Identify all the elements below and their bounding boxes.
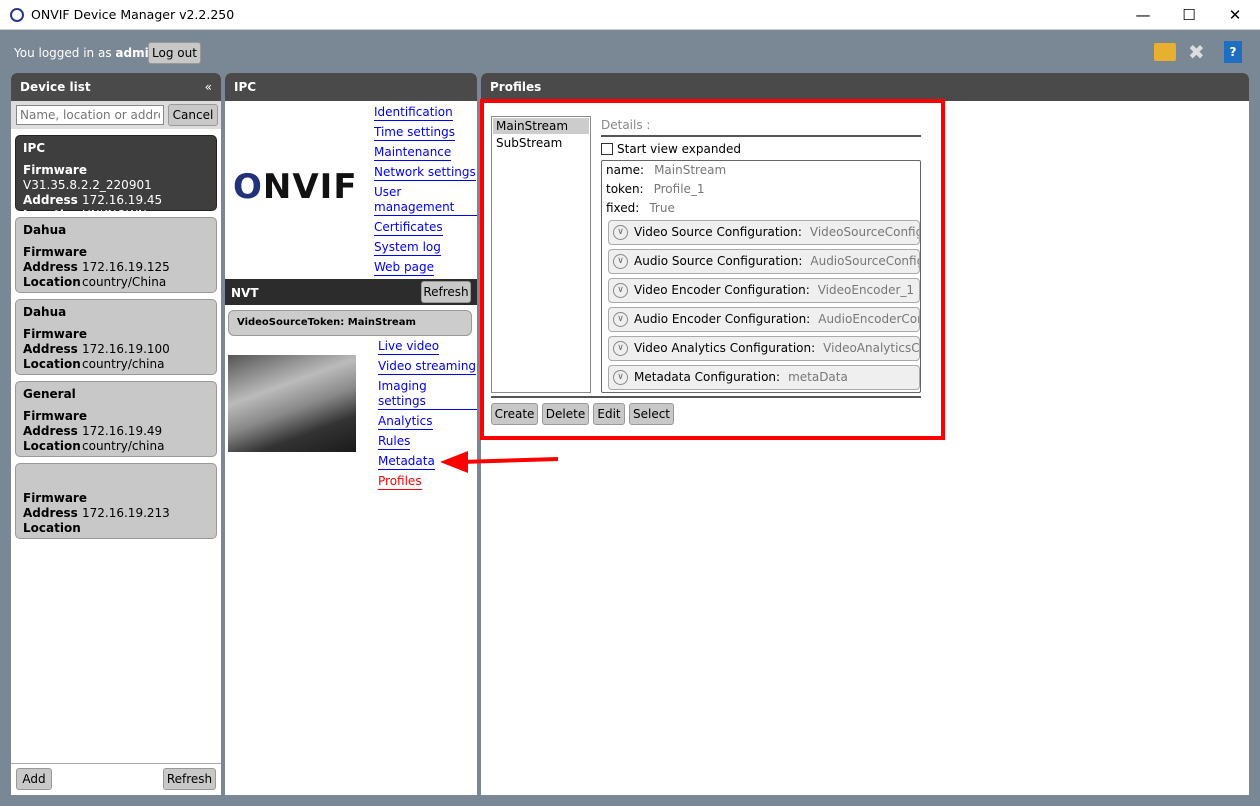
link-certificates[interactable]: Certificates <box>374 220 443 236</box>
video-source-token[interactable]: VideoSourceToken: MainStream <box>228 310 472 336</box>
tools-icon[interactable]: ✖ <box>1188 40 1205 64</box>
add-device-button[interactable]: Add <box>16 768 52 790</box>
link-profiles[interactable]: Profiles <box>378 474 422 490</box>
device-name: General <box>23 387 76 401</box>
link-rules[interactable]: Rules <box>378 434 411 450</box>
link-maintenance[interactable]: Maintenance <box>374 145 452 161</box>
nvt-refresh-button[interactable]: Refresh <box>421 281 471 303</box>
close-button[interactable]: ✕ <box>1212 4 1258 26</box>
profiles-header: Profiles <box>481 73 1249 101</box>
device-location: country/china <box>82 439 165 453</box>
arrow-annotation <box>440 451 559 473</box>
device-address: 172.16.19.49 <box>82 424 163 438</box>
help-icon[interactable]: ? <box>1224 41 1242 63</box>
ipc-header: IPC <box>225 73 477 101</box>
link-live-video[interactable]: Live video <box>378 339 440 355</box>
settings-folder-icon[interactable] <box>1154 43 1176 61</box>
device-name <box>23 469 209 491</box>
device-search-input[interactable] <box>16 105 164 125</box>
link-time-settings[interactable]: Time settings <box>374 125 456 141</box>
link-network-settings[interactable]: Network settings <box>374 165 476 181</box>
device-card[interactable]: Firmware Address 172.16.19.213 Location <box>15 463 217 539</box>
link-video-streaming[interactable]: Video streaming <box>378 359 477 375</box>
login-status: You logged in as admin <box>14 46 158 60</box>
minimize-button[interactable]: — <box>1120 4 1166 26</box>
device-list-panel: Device list« Cancel IPC FirmwareV31.35.8… <box>11 73 221 795</box>
device-card[interactable]: IPC FirmwareV31.35.8.2.2_220901 Address 1… <box>15 135 217 222</box>
device-card[interactable]: Dahua Firmware Address 172.16.19.100 Loca… <box>15 299 217 375</box>
link-web-page[interactable]: Web page <box>374 260 434 276</box>
device-name: Dahua <box>23 223 67 237</box>
maximize-button[interactable]: ☐ <box>1166 4 1212 26</box>
device-list-header: Device list « <box>11 73 221 101</box>
device-card[interactable]: Dahua Firmware Address 172.16.19.125 Loca… <box>15 217 217 293</box>
device-name: Dahua <box>23 305 67 319</box>
link-identification[interactable]: Identification <box>374 105 453 121</box>
video-preview[interactable] <box>228 355 356 452</box>
device-location: country/China <box>82 275 167 289</box>
device-address: 172.16.19.45 <box>82 193 163 207</box>
link-analytics[interactable]: Analytics <box>378 414 433 430</box>
device-name: IPC <box>23 141 46 155</box>
link-imaging-settings[interactable]: Imaging settings <box>378 379 477 410</box>
device-firmware: V31.35.8.2.2_220901 <box>23 178 152 192</box>
highlight-box <box>480 99 945 440</box>
device-location: country/china <box>82 357 165 371</box>
cancel-button[interactable]: Cancel <box>168 104 218 126</box>
window-title: ONVIF Device Manager v2.2.250 <box>31 7 235 22</box>
device-address: 172.16.19.100 <box>82 342 170 356</box>
device-address: 172.16.19.125 <box>82 260 170 274</box>
link-metadata[interactable]: Metadata <box>378 454 435 470</box>
link-user-management[interactable]: User management <box>374 185 477 216</box>
logout-button[interactable]: Log out <box>148 42 201 64</box>
onvif-logo: ONVIF <box>233 167 358 207</box>
device-card[interactable]: General Firmware Address 172.16.19.49 Loc… <box>15 381 217 457</box>
refresh-devices-button[interactable]: Refresh <box>163 768 216 790</box>
app-icon <box>10 8 24 22</box>
ipc-panel: IPC ONVIF Identification Time settings Mai… <box>225 73 477 795</box>
collapse-icon[interactable]: « <box>205 80 212 94</box>
title-bar: ONVIF Device Manager v2.2.250 — ☐ ✕ <box>0 0 1260 30</box>
link-system-log[interactable]: System log <box>374 240 441 256</box>
device-address: 172.16.19.213 <box>82 506 170 520</box>
